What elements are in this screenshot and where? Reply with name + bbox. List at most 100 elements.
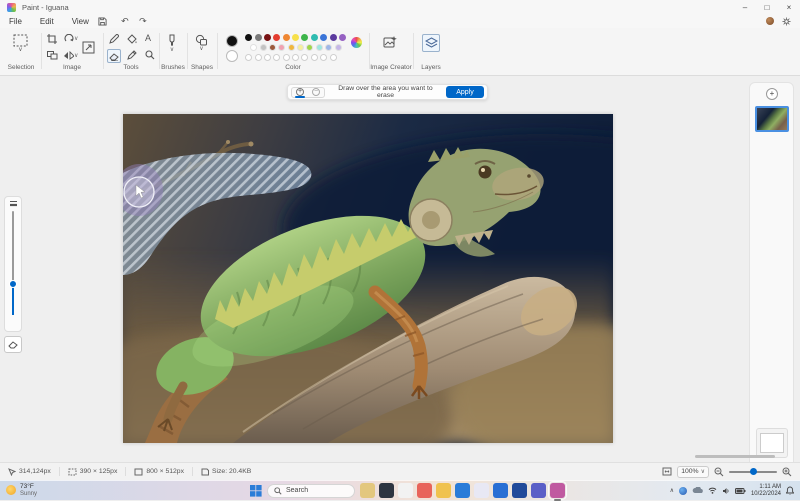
minimize-button[interactable]: –	[734, 0, 756, 15]
color-swatch[interactable]	[325, 44, 333, 51]
zoom-level-dropdown[interactable]: 100% ∨	[677, 465, 709, 478]
horizontal-scrollbar[interactable]	[695, 455, 775, 458]
taskbar-app-photos[interactable]	[417, 483, 432, 498]
color-swatch[interactable]	[263, 34, 271, 41]
weather-widget[interactable]: 73°F Sunny	[0, 483, 250, 497]
taskbar-app-notepad[interactable]	[398, 483, 413, 498]
undo-icon[interactable]: ↶	[116, 16, 134, 27]
account-avatar[interactable]	[766, 17, 774, 25]
color-swatch[interactable]	[287, 44, 295, 51]
custom-color-slot[interactable]	[301, 54, 309, 61]
text-tool-icon[interactable]: A	[145, 33, 151, 43]
add-layer-button[interactable]: +	[766, 88, 778, 100]
color1-swatch[interactable]	[226, 35, 238, 47]
color-swatch[interactable]	[259, 44, 267, 51]
color-swatch[interactable]	[292, 34, 300, 41]
pencil-icon[interactable]	[109, 34, 119, 44]
redo-icon[interactable]: ↷	[134, 16, 152, 27]
taskbar-app-edge[interactable]	[455, 483, 470, 498]
custom-color-slot[interactable]	[320, 54, 328, 61]
custom-color-slot[interactable]	[310, 54, 318, 61]
color-swatch[interactable]	[245, 34, 253, 41]
custom-color-slot[interactable]	[273, 54, 281, 61]
crop-icon[interactable]	[47, 34, 57, 44]
settings-gear-icon[interactable]	[782, 17, 791, 26]
custom-color-slot[interactable]	[263, 54, 271, 61]
taskbar-app-copilot[interactable]	[360, 483, 375, 498]
battery-icon[interactable]	[734, 487, 746, 494]
save-icon[interactable]	[98, 17, 116, 26]
menu-item[interactable]: File	[0, 15, 31, 28]
notification-bell-icon[interactable]	[786, 486, 794, 495]
custom-color-slot[interactable]	[329, 54, 337, 61]
color-swatch[interactable]	[306, 44, 314, 51]
select-image-icon[interactable]	[47, 51, 58, 60]
zoom-slider-thumb[interactable]	[750, 467, 757, 475]
zoom-in-icon[interactable]	[782, 467, 792, 477]
eraser-tool-selected[interactable]	[107, 49, 121, 63]
shapes-tool[interactable]: ∨	[195, 34, 208, 52]
hidden-icons-chevron[interactable]: ∧	[670, 487, 674, 494]
layers-button-selected[interactable]	[422, 34, 440, 52]
color-swatch[interactable]	[278, 44, 286, 51]
custom-color-slot[interactable]	[282, 54, 290, 61]
teams-tray-icon[interactable]	[678, 486, 687, 495]
flip-icon[interactable]: ∨	[64, 51, 78, 60]
rotate-icon[interactable]: ∨	[64, 34, 78, 44]
color-swatch[interactable]	[268, 44, 276, 51]
color-swatch[interactable]	[297, 44, 305, 51]
zoom-out-icon[interactable]	[714, 467, 724, 477]
color-swatch[interactable]	[334, 44, 342, 51]
custom-color-slot[interactable]	[245, 54, 253, 61]
menu-item[interactable]: View	[63, 15, 98, 28]
taskbar-app-paint[interactable]	[548, 481, 567, 501]
fill-icon[interactable]	[127, 34, 137, 44]
onedrive-cloud-icon[interactable]	[692, 487, 703, 494]
taskbar-app-outlook[interactable]	[493, 483, 508, 498]
color-swatch[interactable]	[254, 34, 262, 41]
zoom-slider[interactable]	[729, 467, 777, 477]
color2-swatch[interactable]	[226, 50, 238, 62]
wifi-icon[interactable]	[708, 487, 717, 494]
color-swatch[interactable]	[310, 34, 318, 41]
slider-thumb[interactable]	[9, 280, 17, 288]
fit-to-screen-icon[interactable]	[662, 467, 672, 476]
taskbar-app-terminal[interactable]	[379, 483, 394, 498]
volume-icon[interactable]	[722, 487, 730, 495]
taskbar-app-word[interactable]	[512, 483, 527, 498]
selection-tool[interactable]: ∨	[13, 34, 28, 53]
color-swatch[interactable]	[273, 34, 281, 41]
maximize-button[interactable]: □	[756, 0, 778, 15]
search-box[interactable]: Search	[267, 483, 355, 498]
edit-colors-wheel[interactable]	[351, 37, 362, 48]
eyedropper-icon[interactable]	[127, 50, 137, 60]
resize-icon[interactable]	[82, 41, 95, 54]
magnifier-icon[interactable]	[145, 50, 155, 60]
color-swatch[interactable]	[301, 34, 309, 41]
color-swatch[interactable]	[320, 34, 328, 41]
close-button[interactable]: ×	[778, 0, 800, 15]
color-swatch[interactable]	[338, 34, 346, 41]
custom-color-slot[interactable]	[292, 54, 300, 61]
brush-size-slider[interactable]	[4, 211, 22, 323]
color-swatch[interactable]	[282, 34, 290, 41]
paint-canvas[interactable]	[33, 114, 800, 499]
custom-color-slot[interactable]	[254, 54, 262, 61]
clock[interactable]: 1:11 AM 10/22/2024	[751, 484, 781, 497]
apply-button[interactable]: Apply	[446, 86, 484, 98]
taskbar-app-file-explorer[interactable]	[436, 483, 451, 498]
brushes-tool[interactable]: ∨	[166, 34, 178, 53]
background-layer-slot[interactable]	[756, 428, 788, 458]
subtract-area-button[interactable]: −	[308, 88, 324, 97]
color-swatch[interactable]	[250, 44, 258, 51]
layer-thumbnail-selected[interactable]	[755, 106, 789, 132]
taskbar-app-teams[interactable]	[531, 483, 546, 498]
taskbar-app-store[interactable]	[474, 483, 489, 498]
color-swatch[interactable]	[329, 34, 337, 41]
image-creator-icon[interactable]	[383, 36, 397, 49]
color-swatch[interactable]	[315, 44, 323, 51]
start-button[interactable]	[250, 484, 262, 497]
eraser-mode-button[interactable]	[4, 336, 22, 353]
add-area-button[interactable]: +	[292, 88, 308, 98]
menu-item[interactable]: Edit	[31, 15, 63, 28]
